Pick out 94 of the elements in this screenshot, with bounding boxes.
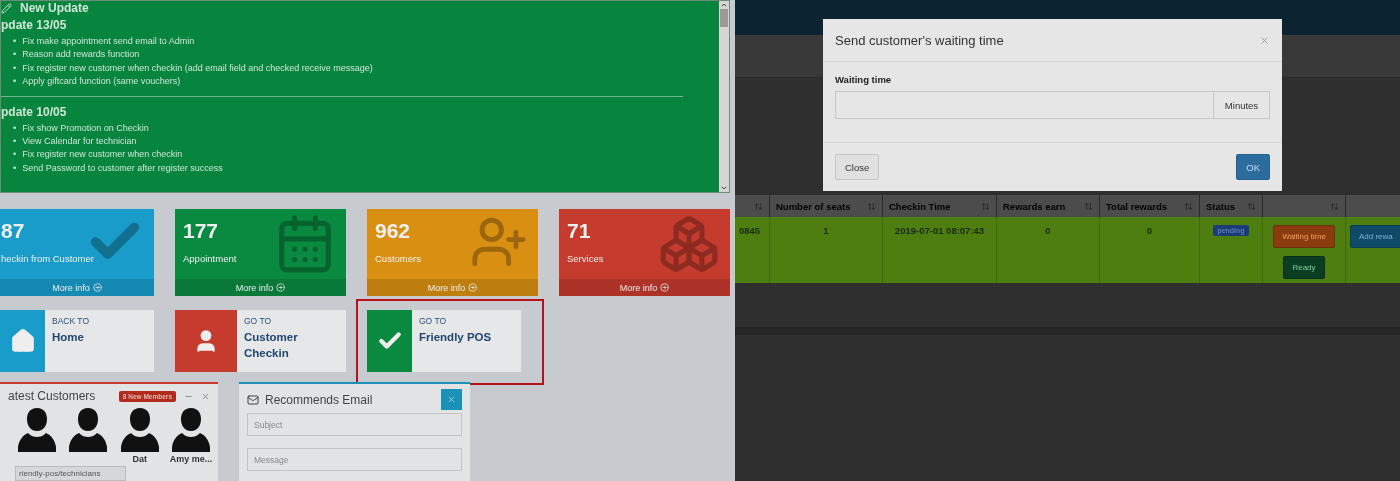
- more-info-link[interactable]: More info: [367, 279, 538, 296]
- sort-icon: [1184, 201, 1193, 211]
- home-icon: [9, 328, 36, 354]
- table-cell: 2019-07-01 08:07:43: [894, 225, 985, 236]
- shortcut-title: Friendly POS: [419, 330, 492, 345]
- column-header[interactable]: Number of seats: [770, 195, 883, 217]
- update-heading: pdate 10/05: [1, 104, 68, 119]
- sort-icon: [1330, 201, 1339, 211]
- shortcut-caption: GO TO: [419, 316, 448, 326]
- avatar-silhouette-icon: [69, 406, 108, 452]
- arrow-circle-icon: [92, 283, 102, 292]
- add-rewards-button[interactable]: Add rewa: [1350, 225, 1400, 248]
- more-info-link[interactable]: More info: [175, 279, 346, 296]
- column-header[interactable]: [1263, 195, 1346, 217]
- update-heading: pdate 13/05: [1, 18, 68, 32]
- stat-label: Customers: [375, 253, 422, 264]
- avatar-silhouette-icon: [18, 406, 56, 452]
- shortcut-caption: BACK TO: [52, 316, 89, 326]
- panel-title: Recommends Email: [247, 392, 373, 407]
- modal-title: Send customer's waiting time: [835, 32, 1004, 48]
- bullet: •: [13, 148, 17, 162]
- update-item: Send Password to customer after register success: [22, 161, 223, 175]
- bullet: •: [13, 48, 17, 62]
- stat-value: 87: [1, 219, 26, 243]
- stat-label: heckin from Customer: [1, 253, 95, 264]
- column-header[interactable]: [735, 195, 770, 217]
- input-field[interactable]: Message: [247, 448, 462, 471]
- table-cell: 0: [1045, 225, 1051, 236]
- member-name: Amy me...: [169, 454, 213, 465]
- member-name: Dat: [132, 454, 147, 465]
- ok-button[interactable]: OK: [1236, 154, 1270, 180]
- boxes-icon: [658, 213, 720, 275]
- bullet: •: [13, 75, 17, 89]
- sort-icon: [1247, 201, 1256, 211]
- sort-icon: [981, 201, 990, 211]
- stat-label: Services: [567, 253, 605, 264]
- waiting-time-field[interactable]: Minutes: [835, 91, 1270, 119]
- shortcut-caption: GO TO: [244, 316, 273, 326]
- column-header[interactable]: Rewards earn: [997, 195, 1100, 217]
- close-icon[interactable]: [1259, 34, 1270, 46]
- update-item: Fix show Promotion on Checkin: [22, 121, 149, 135]
- stat-label: Appointment: [183, 253, 238, 264]
- shortcut-title: Home: [52, 330, 85, 345]
- sort-icon: [867, 201, 876, 211]
- bullet: •: [13, 121, 17, 135]
- close-icon: [447, 395, 456, 404]
- avatar-silhouette-icon: [120, 406, 159, 452]
- panel-title: New Update: [20, 1, 89, 15]
- column-header[interactable]: Checkin Time: [883, 195, 997, 217]
- close-button[interactable]: Close: [835, 154, 880, 180]
- close-icon[interactable]: [201, 391, 210, 401]
- shortcut-card[interactable]: GO TO Customer Checkin: [175, 310, 346, 372]
- table-cell: 0845: [739, 225, 761, 236]
- update-item: Fix register new customer when checkin: [22, 148, 183, 162]
- arrow-circle-icon: [276, 283, 286, 292]
- sort-icon: [1084, 201, 1093, 211]
- update-item: Fix make appointment send email to Admin: [22, 35, 195, 48]
- status-url: riendly-pos/technicians: [15, 466, 126, 481]
- column-header[interactable]: Status: [1200, 195, 1263, 217]
- sort-icon: [754, 201, 763, 211]
- envelope-icon: [247, 393, 259, 406]
- bullet: •: [13, 135, 17, 149]
- pencil-icon: [1, 2, 12, 14]
- shortcut-card[interactable]: GO TO Friendly POS: [367, 310, 521, 372]
- stat-value: 71: [567, 219, 592, 243]
- arrow-circle-icon: [660, 283, 670, 292]
- shortcut-title: Customer Checkin: [244, 330, 299, 361]
- bullet: •: [13, 35, 17, 48]
- column-header[interactable]: Total rewards: [1100, 195, 1200, 217]
- field-label: Waiting time: [835, 74, 893, 85]
- stat-value: 177: [183, 219, 220, 243]
- avatar-silhouette-icon: [172, 406, 210, 452]
- scroll-up-icon[interactable]: [720, 1, 728, 9]
- more-info-link[interactable]: More info: [559, 279, 730, 296]
- scroll-down-icon[interactable]: [720, 184, 728, 192]
- more-info-link[interactable]: More info: [0, 279, 154, 296]
- panel-title: atest Customers: [8, 389, 96, 403]
- action-button[interactable]: Ready: [1283, 256, 1325, 279]
- update-item: Apply giftcard function (same vouchers): [22, 75, 181, 89]
- action-button[interactable]: Waiting time: [1273, 225, 1335, 248]
- update-item: Fix register new customer when checkin (add email field and checked receive message): [22, 61, 373, 75]
- shortcut-card[interactable]: BACK TO Home: [0, 310, 154, 372]
- bullet: •: [13, 161, 17, 175]
- input-field[interactable]: Subject: [247, 413, 462, 436]
- update-item: View Calendar for technician: [22, 135, 137, 149]
- update-item: Reason add rewards function: [22, 48, 140, 62]
- bullet: •: [13, 61, 17, 75]
- scroll-thumb[interactable]: [720, 9, 728, 27]
- table-cell: 1: [823, 225, 829, 236]
- stat-value: 962: [375, 219, 412, 243]
- close-button[interactable]: [441, 389, 462, 410]
- scrollbar[interactable]: [719, 1, 729, 192]
- arrow-circle-icon: [468, 283, 478, 292]
- table-cell: 0: [1146, 225, 1153, 236]
